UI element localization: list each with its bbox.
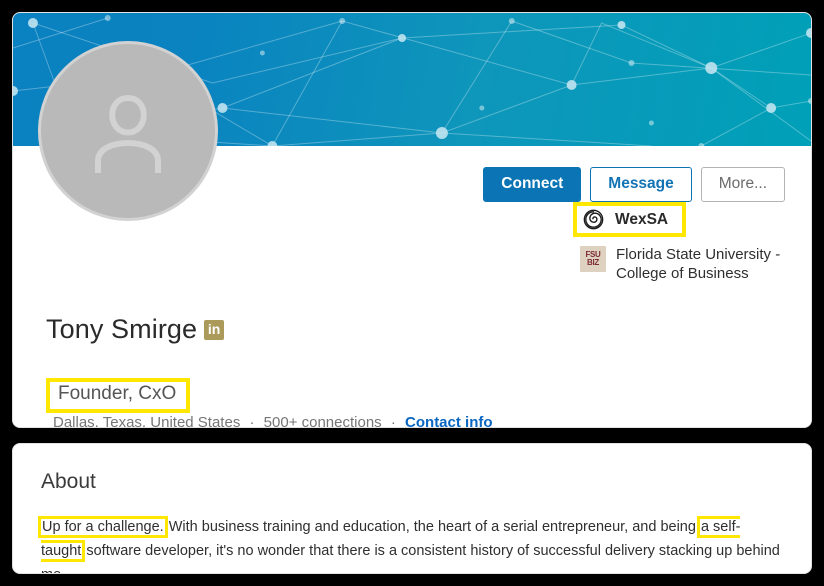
profile-headline: Founder, CxO (58, 383, 177, 404)
current-company-highlight[interactable]: WexSA (573, 202, 687, 237)
about-title: About (41, 470, 96, 493)
name-row: Tony Smirge in (46, 314, 225, 344)
profile-location: Dallas, Texas, United States (53, 414, 241, 428)
spiral-icon (583, 209, 604, 230)
fsu-logo-bottom: BIZ (587, 258, 599, 267)
meta-separator-1: · (249, 414, 255, 428)
about-segment-1: With business training and education, th… (164, 519, 700, 535)
about-text: Up for a challenge. With business traini… (41, 516, 781, 573)
education-row[interactable]: FSU BIZ Florida State University - Colle… (577, 246, 785, 284)
profile-card: Connect Message More... WexSA FSU BIZ Fl… (12, 12, 812, 428)
meta-separator-2: · (390, 414, 396, 428)
connections-count: 500+ connections (263, 414, 382, 428)
company-name: WexSA (615, 210, 669, 228)
profile-action-buttons: Connect Message More... (483, 167, 785, 202)
more-button[interactable]: More... (700, 167, 785, 202)
about-segment-2: software developer, it's no wonder that … (41, 542, 780, 573)
profile-meta-line: Dallas, Texas, United States · 500+ conn… (53, 414, 493, 428)
linkedin-in-badge-icon: in (204, 319, 225, 340)
about-card: About Up for a challenge. With business … (12, 443, 812, 574)
linkedin-profile-screenshot: Connect Message More... WexSA FSU BIZ Fl… (0, 0, 824, 586)
profile-name: Tony Smirge (46, 314, 198, 344)
connect-button[interactable]: Connect (483, 167, 582, 202)
message-button[interactable]: Message (590, 167, 692, 202)
about-highlight-1: Up for a challenge. (41, 519, 165, 535)
fsu-logo-icon: FSU BIZ (580, 246, 606, 272)
contact-info-link[interactable]: Contact info (405, 414, 493, 427)
organizations-column: WexSA FSU BIZ Florida State University -… (573, 202, 785, 284)
avatar[interactable] (38, 41, 218, 221)
school-name: Florida State University - College of Bu… (616, 246, 781, 282)
person-placeholder-icon (95, 94, 161, 173)
headline-highlight: Founder, CxO (46, 378, 191, 413)
